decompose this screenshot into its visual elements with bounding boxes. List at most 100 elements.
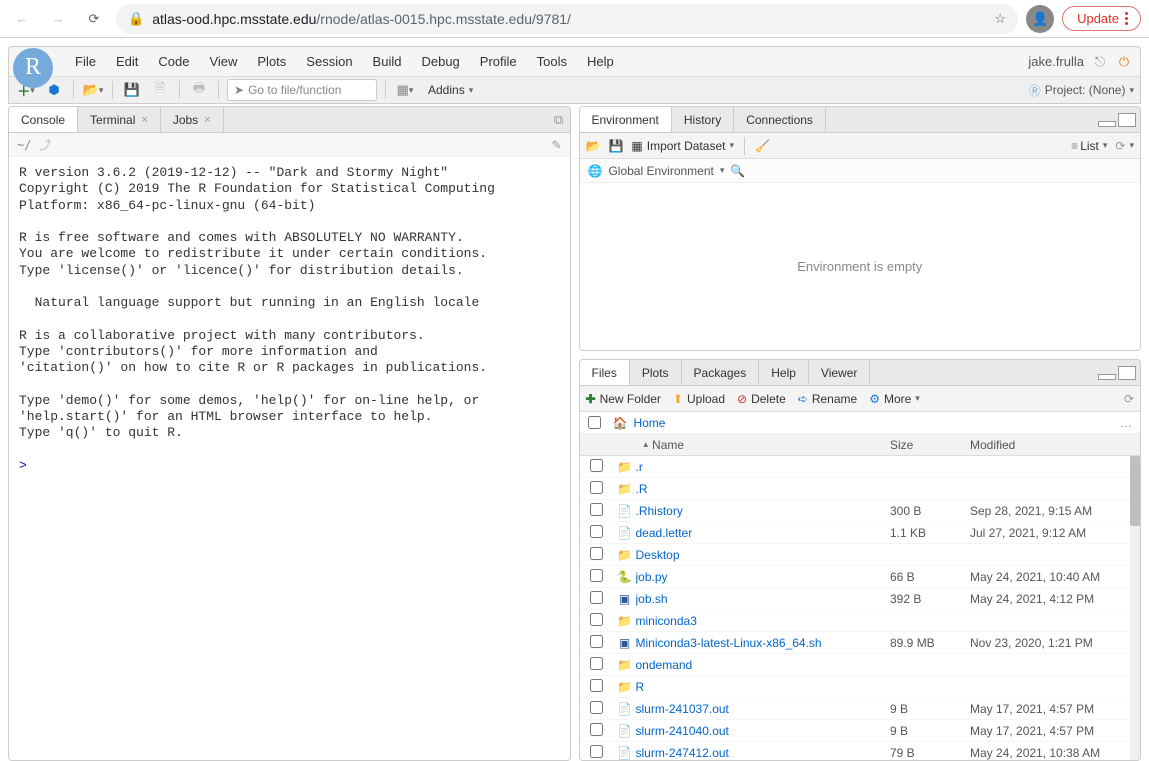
list-view-button[interactable]: ≡ List ▾ [1071,139,1107,153]
tab-packages[interactable]: Packages [682,360,760,385]
file-checkbox[interactable] [590,613,603,626]
power-icon[interactable]: ⏻ [1116,54,1132,70]
delete-button[interactable]: ⊘Delete [737,392,786,406]
file-checkbox[interactable] [590,591,603,604]
tab-jobs[interactable]: Jobs× [161,107,224,132]
breadcrumb-more-icon[interactable]: … [1120,416,1132,430]
console-popout-arrow-icon[interactable]: ⤴ [39,136,51,153]
menu-plots[interactable]: Plots [257,54,286,69]
save-all-button[interactable]: 🗎 [149,79,171,101]
file-checkbox[interactable] [590,745,603,758]
select-all-checkbox[interactable] [588,416,601,429]
file-name[interactable]: job.sh [636,592,891,606]
grid-icon[interactable]: ▦▾ [394,79,416,101]
file-name[interactable]: ondemand [636,658,891,672]
file-row[interactable]: 📄slurm-241037.out9 BMay 17, 2021, 4:57 P… [580,698,1141,720]
file-row[interactable]: 📁.r [580,456,1141,478]
file-name[interactable]: job.py [636,570,891,584]
close-icon[interactable]: × [204,114,210,126]
menu-debug[interactable]: Debug [421,54,459,69]
new-folder-button[interactable]: ✚New Folder [586,392,661,406]
col-name[interactable]: Name [652,438,684,452]
file-name[interactable]: slurm-241037.out [636,702,891,716]
file-row[interactable]: ▣job.sh392 BMay 24, 2021, 4:12 PM [580,588,1141,610]
file-row[interactable]: ▣Miniconda3-latest-Linux-x86_64.sh89.9 M… [580,632,1141,654]
file-checkbox[interactable] [590,679,603,692]
file-checkbox[interactable] [590,525,603,538]
addins-menu[interactable]: Addins▾ [422,83,479,97]
file-name[interactable]: .r [636,460,891,474]
tab-history[interactable]: History [672,107,734,132]
save-workspace-button[interactable]: 💾 [608,139,623,153]
menu-profile[interactable]: Profile [480,54,517,69]
pane-window-controls[interactable] [1092,113,1140,127]
reload-button[interactable]: ⟳ [80,5,108,33]
import-dataset-button[interactable]: ▦ Import Dataset ▾ [631,139,734,153]
menu-file[interactable]: File [75,54,96,69]
tab-files[interactable]: Files [580,360,630,385]
file-checkbox[interactable] [590,657,603,670]
col-size[interactable]: Size [890,438,970,452]
file-row[interactable]: 📁miniconda3 [580,610,1141,632]
file-row[interactable]: 📄slurm-241040.out9 BMay 17, 2021, 4:57 P… [580,720,1141,742]
tab-console[interactable]: Console [9,107,78,132]
file-row[interactable]: 📁.R [580,478,1141,500]
close-icon[interactable]: × [141,114,147,126]
tab-environment[interactable]: Environment [580,107,672,132]
file-checkbox[interactable] [590,723,603,736]
file-name[interactable]: miniconda3 [636,614,891,628]
menu-session[interactable]: Session [306,54,352,69]
files-scrollbar[interactable] [1130,456,1140,760]
menu-edit[interactable]: Edit [116,54,138,69]
file-checkbox[interactable] [590,503,603,516]
back-button[interactable]: ← [8,5,36,33]
file-row[interactable]: 📁ondemand [580,654,1141,676]
file-checkbox[interactable] [590,569,603,582]
upload-button[interactable]: ⬆Upload [673,392,725,406]
load-workspace-button[interactable]: 📂 [586,139,601,153]
file-checkbox[interactable] [590,481,603,494]
tab-help[interactable]: Help [759,360,809,385]
sign-out-icon[interactable]: ⎋ [1092,54,1108,70]
file-name[interactable]: .Rhistory [636,504,891,518]
bookmark-star-icon[interactable]: ☆ [994,11,1006,27]
file-checkbox[interactable] [590,459,603,472]
file-name[interactable]: slurm-241040.out [636,724,891,738]
clear-workspace-icon[interactable]: 🧹 [755,139,770,153]
more-button[interactable]: ⚙More ▾ [869,392,920,406]
tab-connections[interactable]: Connections [734,107,826,132]
open-file-button[interactable]: 📂▾ [82,79,104,101]
env-search-input[interactable]: 🔍 [730,164,745,178]
file-name[interactable]: Desktop [636,548,891,562]
tab-viewer[interactable]: Viewer [809,360,870,385]
file-row[interactable]: 📄.Rhistory300 BSep 28, 2021, 9:15 AM [580,500,1141,522]
file-row[interactable]: 📁Desktop [580,544,1141,566]
print-button[interactable]: 🖶 [188,79,210,101]
file-name[interactable]: Miniconda3-latest-Linux-x86_64.sh [636,636,891,650]
project-selector[interactable]: Ⓡ Project: (None) ▾ [1029,82,1134,99]
forward-button[interactable]: → [44,5,72,33]
file-row[interactable]: 📄dead.letter1.1 KBJul 27, 2021, 9:12 AM [580,522,1141,544]
popout-icon[interactable]: ⧉ [548,109,570,131]
rename-button[interactable]: ➪Rename [798,392,857,406]
home-icon[interactable]: 🏠 [613,416,628,430]
pane-window-controls[interactable] [1092,366,1140,380]
update-button[interactable]: Update [1062,6,1141,31]
goto-file-input[interactable]: ➤ Go to file/function [227,79,377,101]
refresh-files-icon[interactable]: ⟳ [1124,392,1134,406]
file-checkbox[interactable] [590,701,603,714]
menu-build[interactable]: Build [373,54,402,69]
clear-console-icon[interactable]: ✎ [551,138,561,152]
file-checkbox[interactable] [590,547,603,560]
file-name[interactable]: .R [636,482,891,496]
tab-plots[interactable]: Plots [630,360,682,385]
env-scope-label[interactable]: Global Environment [608,164,713,178]
menu-help[interactable]: Help [587,54,614,69]
file-name[interactable]: slurm-247412.out [636,746,891,760]
menu-view[interactable]: View [209,54,237,69]
file-checkbox[interactable] [590,635,603,648]
file-row[interactable]: 🐍job.py66 BMay 24, 2021, 10:40 AM [580,566,1141,588]
menu-tools[interactable]: Tools [537,54,567,69]
file-name[interactable]: dead.letter [636,526,891,540]
breadcrumb-home[interactable]: Home [633,416,665,430]
